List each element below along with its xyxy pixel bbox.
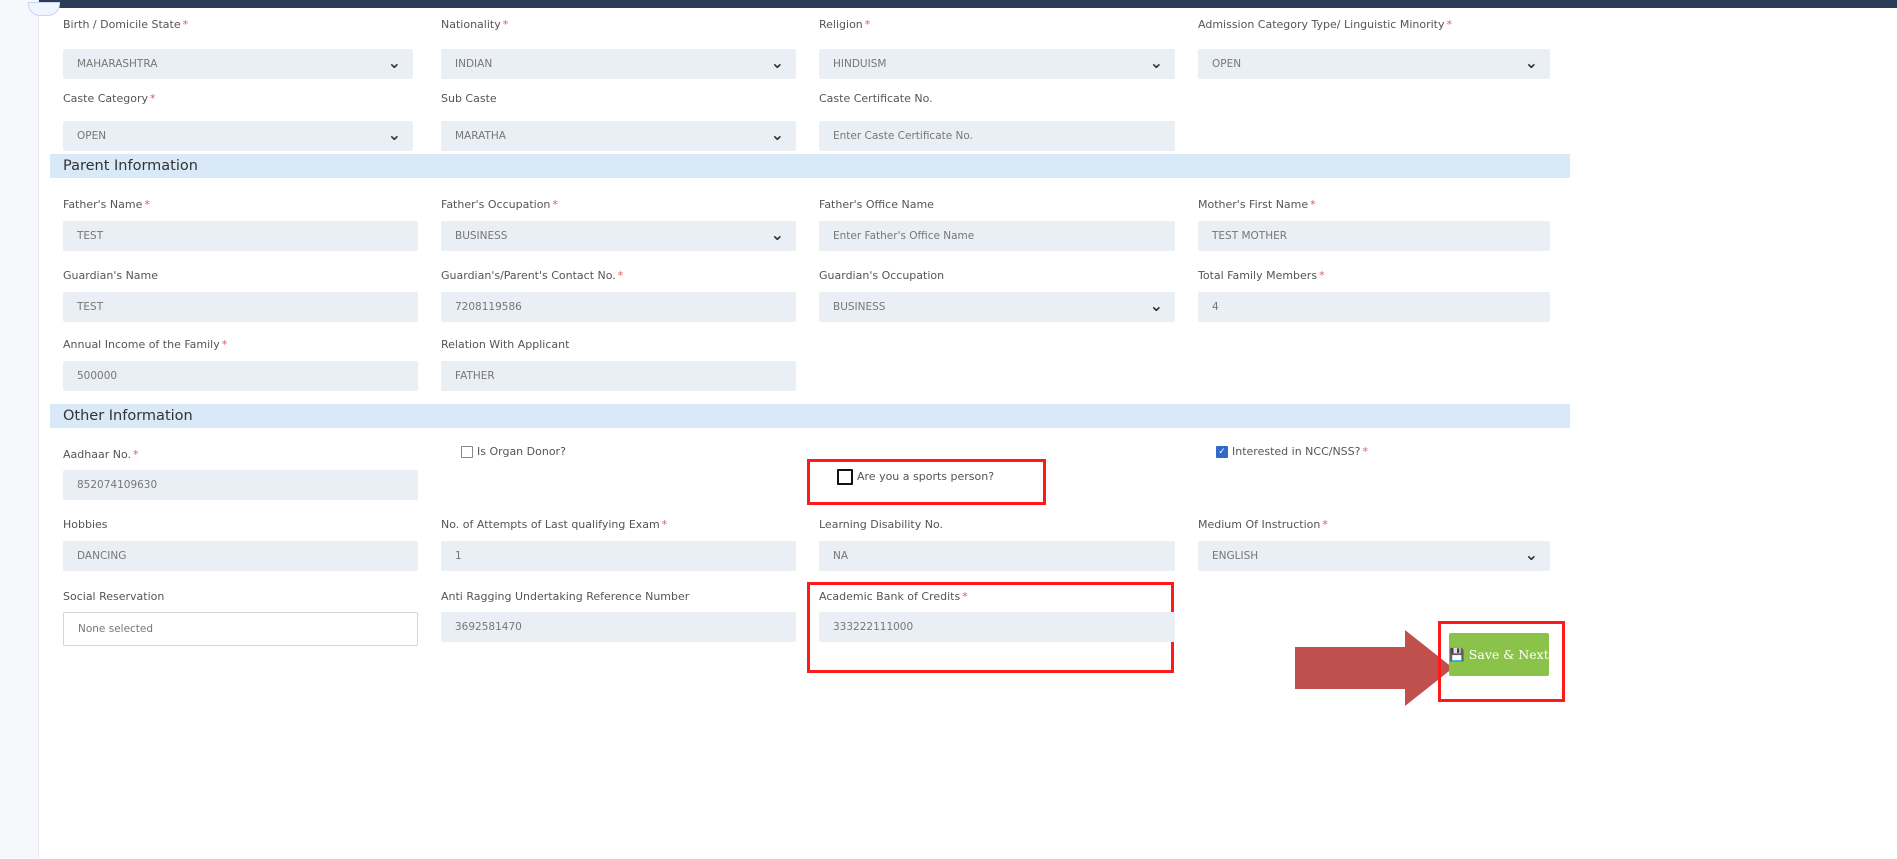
abc-label: Academic Bank of Credits *	[819, 590, 968, 603]
sports-person-check-box[interactable]	[837, 469, 853, 485]
parent-information-header: Parent Information	[50, 154, 1570, 178]
admission-category-label: Admission Category Type/ Linguistic Mino…	[1198, 18, 1452, 31]
ncc-checkbox[interactable]: ✓ Interested in NCC/NSS? *	[1216, 445, 1368, 458]
relation-input[interactable]: FATHER	[441, 361, 796, 391]
nationality-select[interactable]: INDIAN ⌄	[441, 49, 796, 79]
attempts-input[interactable]: 1	[441, 541, 796, 571]
nationality-label: Nationality *	[441, 18, 509, 31]
anti-ragging-input[interactable]: 3692581470	[441, 612, 796, 642]
fathers-office-input[interactable]: Enter Father's Office Name	[819, 221, 1175, 251]
caste-certificate-input[interactable]: Enter Caste Certificate No.	[819, 121, 1175, 151]
sub-caste-select[interactable]: MARATHA ⌄	[441, 121, 796, 151]
family-members-input[interactable]: 4	[1198, 292, 1550, 322]
checkmark-icon[interactable]: ✓	[1216, 446, 1228, 458]
top-header-bar	[0, 0, 1897, 8]
abc-input[interactable]: 333222111000	[819, 612, 1175, 642]
religion-select[interactable]: HINDUISM ⌄	[819, 49, 1175, 79]
annual-income-input[interactable]: 500000	[63, 361, 418, 391]
guardian-occupation-select[interactable]: BUSINESS ⌄	[819, 292, 1175, 322]
annotation-arrow-body	[1295, 647, 1405, 689]
guardian-contact-input[interactable]: 7208119586	[441, 292, 796, 322]
family-members-label: Total Family Members *	[1198, 269, 1325, 282]
medium-select[interactable]: ENGLISH ⌄	[1198, 541, 1550, 571]
organ-donor-checkbox[interactable]: Is Organ Donor?	[461, 445, 566, 458]
fathers-name-input[interactable]: TEST	[63, 221, 418, 251]
caste-category-select[interactable]: OPEN ⌄	[63, 121, 413, 151]
annual-income-label: Annual Income of the Family *	[63, 338, 228, 351]
attempts-label: No. of Attempts of Last qualifying Exam *	[441, 518, 668, 531]
medium-label: Medium Of Instruction *	[1198, 518, 1328, 531]
save-next-button[interactable]: 💾 Save & Next	[1449, 633, 1549, 676]
chevron-down-icon: ⌄	[770, 53, 784, 72]
learning-disability-label: Learning Disability No.	[819, 518, 943, 531]
chevron-down-icon: ⌄	[770, 225, 784, 244]
social-reservation-label: Social Reservation	[63, 590, 165, 603]
aadhaar-input[interactable]: 852074109630	[63, 470, 418, 500]
floppy-disk-icon: 💾	[1449, 647, 1465, 662]
chevron-down-icon: ⌄	[770, 125, 784, 144]
guardian-occupation-label: Guardian's Occupation	[819, 269, 945, 282]
hobbies-input[interactable]: DANCING	[63, 541, 418, 571]
other-information-header: Other Information	[50, 404, 1570, 428]
caste-category-label: Caste Category *	[63, 92, 156, 105]
learning-disability-input[interactable]: NA	[819, 541, 1175, 571]
chevron-down-icon: ⌄	[1524, 545, 1538, 564]
fathers-occupation-select[interactable]: BUSINESS ⌄	[441, 221, 796, 251]
form-page: Birth / Domicile State * MAHARASHTRA ⌄ Nat…	[40, 8, 1897, 859]
relation-label: Relation With Applicant	[441, 338, 570, 351]
fathers-name-label: Father's Name *	[63, 198, 150, 211]
guardian-name-label: Guardian's Name	[63, 269, 159, 282]
hobbies-label: Hobbies	[63, 518, 108, 531]
chevron-down-icon: ⌄	[1524, 53, 1538, 72]
chevron-down-icon: ⌄	[1149, 296, 1163, 315]
organ-donor-check-box[interactable]	[461, 446, 473, 458]
chevron-down-icon: ⌄	[1149, 53, 1163, 72]
mothers-name-label: Mother's First Name *	[1198, 198, 1316, 211]
sub-caste-label: Sub Caste	[441, 92, 497, 105]
sports-person-checkbox[interactable]: Are you a sports person?	[837, 469, 994, 485]
religion-label: Religion *	[819, 18, 871, 31]
guardian-contact-label: Guardian's/Parent's Contact No. *	[441, 269, 624, 282]
domicile-state-label: Birth / Domicile State *	[63, 18, 189, 31]
admission-category-select[interactable]: OPEN ⌄	[1198, 49, 1550, 79]
mothers-name-input[interactable]: TEST MOTHER	[1198, 221, 1550, 251]
sidebar	[0, 0, 39, 859]
social-reservation-multiselect[interactable]: None selected	[63, 612, 418, 646]
fathers-occupation-label: Father's Occupation *	[441, 198, 558, 211]
guardian-name-input[interactable]: TEST	[63, 292, 418, 322]
chevron-down-icon: ⌄	[387, 125, 401, 144]
fathers-office-label: Father's Office Name	[819, 198, 934, 211]
caste-certificate-label: Caste Certificate No.	[819, 92, 933, 105]
chevron-down-icon: ⌄	[387, 53, 401, 72]
aadhaar-label: Aadhaar No. *	[63, 448, 139, 461]
anti-ragging-label: Anti Ragging Undertaking Reference Numbe…	[441, 590, 690, 603]
domicile-state-select[interactable]: MAHARASHTRA ⌄	[63, 49, 413, 79]
